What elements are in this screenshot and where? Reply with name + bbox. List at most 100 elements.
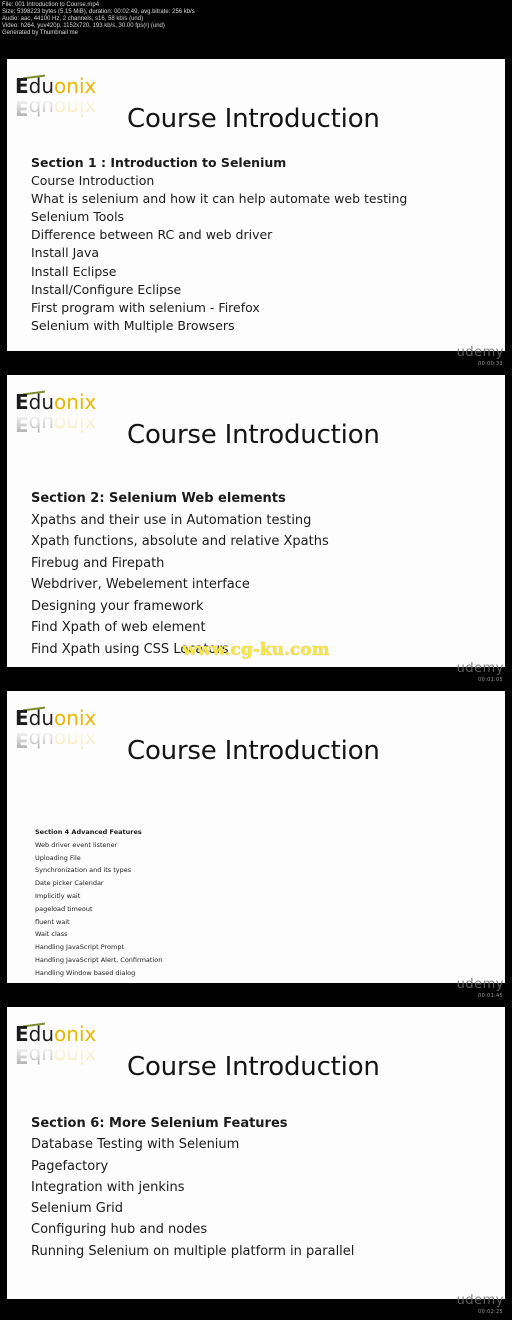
logo-reflection-letter-e: E <box>15 96 29 120</box>
udemy-watermark: udemy <box>456 1293 504 1308</box>
bullet-item: Designing your framework <box>31 598 204 614</box>
eduonix-logo-text: Eduonix <box>15 74 115 98</box>
bullet-item: Running Selenium on multiple platform in… <box>31 1243 355 1259</box>
video-metadata-header: File: 001 Introduction to Course.mp4 Siz… <box>0 0 512 55</box>
logo-letter-e: E <box>15 1022 29 1046</box>
frame-timestamp: 00:01:05 <box>478 677 503 683</box>
bullet-item: Database Testing with Selenium <box>31 1137 240 1153</box>
udemy-watermark: udemy <box>456 661 504 676</box>
bullet-item: Selenium Tools <box>31 209 125 225</box>
bullet-item: Course Introduction <box>31 173 155 189</box>
logo-part-onix: onix <box>54 390 97 414</box>
bullet-item: Selenium Grid <box>31 1201 124 1217</box>
slide-bullet-list: Section 4 Advanced Features Web driver e… <box>35 826 485 983</box>
slide-3: Eduonix Eduonix Course Introduction Sect… <box>7 691 505 983</box>
slide-2: Eduonix Eduonix Course Introduction Sect… <box>7 375 505 667</box>
eduonix-logo: Eduonix Eduonix <box>15 74 115 127</box>
logo-letter-e: E <box>15 74 29 98</box>
logo-part-onix: onix <box>54 1022 97 1046</box>
bullet-item: Uploading File <box>35 853 81 862</box>
logo-reflection-part-du: du <box>28 96 55 120</box>
bullet-item: pageload timeout <box>35 904 93 913</box>
bullet-section-heading: Section 6: More Selenium Features <box>31 1116 288 1131</box>
bullet-item: Web driver event listener <box>35 840 118 849</box>
bullet-item: Integration with jenkins <box>31 1179 185 1195</box>
eduonix-logo-text: Eduonix <box>15 1022 115 1046</box>
bullet-item: fluent wait <box>35 917 70 926</box>
logo-reflection-part-du: du <box>28 728 55 752</box>
slide-title: Course Introduction <box>127 736 380 766</box>
metadata-line-audio: Audio: aac, 44100 Hz, 2 channels, s16, 5… <box>2 16 144 22</box>
bullet-item: Install Eclipse <box>31 263 117 279</box>
bullet-item: Install Java <box>31 245 100 261</box>
metadata-line-generator: Generated by Thumbnail me <box>2 30 78 36</box>
metadata-line-video: Video: h264, yuv420p, 1152x720, 193 kb/s… <box>2 23 165 29</box>
bullet-item: Date picker Calendar <box>35 879 104 888</box>
site-watermark: www.cg-ku.com <box>182 640 330 660</box>
udemy-watermark: udemy <box>456 977 504 992</box>
slide-title: Course Introduction <box>127 420 380 450</box>
thumbnail-frame-4[interactable]: Eduonix Eduonix Course Introduction Sect… <box>0 1003 512 1319</box>
bullet-item: Handling Window based dialog <box>35 968 136 977</box>
eduonix-logo-reflection: Eduonix <box>15 1044 115 1068</box>
logo-reflection-part-onix: onix <box>54 412 97 436</box>
eduonix-logo: Eduonix Eduonix <box>15 390 115 443</box>
bullet-item: Xpaths and their use in Automation testi… <box>31 512 312 528</box>
bullet-item: Firebug and Firepath <box>31 555 165 571</box>
bullet-item: Pagefactory <box>31 1158 109 1174</box>
frame-timestamp: 00:00:33 <box>478 361 503 367</box>
logo-letter-e: E <box>15 706 29 730</box>
eduonix-logo: Eduonix Eduonix <box>15 1022 115 1075</box>
eduonix-logo-reflection: Eduonix <box>15 728 115 752</box>
bullet-item: Configuring hub and nodes <box>31 1222 208 1238</box>
slide-title: Course Introduction <box>127 104 380 134</box>
thumbnail-frame-2[interactable]: Eduonix Eduonix Course Introduction Sect… <box>0 371 512 687</box>
bullet-item: Synchronization and its types <box>35 866 132 875</box>
slide-bullet-list: Section 6: More Selenium Features Databa… <box>31 1113 481 1262</box>
logo-letter-e: E <box>15 390 29 414</box>
metadata-line-size: Size: 5398223 bytes (5.15 MiB), duration… <box>2 9 195 15</box>
bullet-item: Handling JavaScript Prompt <box>35 943 125 952</box>
logo-reflection-letter-e: E <box>15 728 29 752</box>
thumbnail-grid: Eduonix Eduonix Course Introduction Sect… <box>0 55 512 1319</box>
bullet-item: Install/Configure Eclipse <box>31 281 182 297</box>
eduonix-logo-reflection: Eduonix <box>15 96 115 120</box>
bullet-item: Find Xpath of web element <box>31 620 206 635</box>
logo-reflection-letter-e: E <box>15 412 29 436</box>
slide-title: Course Introduction <box>127 1052 380 1082</box>
bullet-item: Selenium with Multiple Browsers <box>31 317 235 333</box>
eduonix-logo-text: Eduonix <box>15 706 115 730</box>
slide-1: Eduonix Eduonix Course Introduction Sect… <box>7 59 505 351</box>
bullet-item: Wait class <box>35 930 68 939</box>
bullet-item: Webdriver, Webelement interface <box>31 577 250 592</box>
logo-part-onix: onix <box>54 74 97 98</box>
logo-reflection-part-onix: onix <box>54 728 97 752</box>
frame-timestamp: 00:01:45 <box>478 993 503 999</box>
slide-4: Eduonix Eduonix Course Introduction Sect… <box>7 1007 505 1299</box>
metadata-line-file: File: 001 Introduction to Course.mp4 <box>2 2 100 8</box>
frame-timestamp: 00:02:25 <box>478 1309 503 1315</box>
bullet-section-heading: Section 1 : Introduction to Selenium <box>31 155 287 170</box>
bullet-section-heading: Section 4 Advanced Features <box>35 828 142 836</box>
logo-reflection-part-onix: onix <box>54 96 97 120</box>
slide-bullet-list: Section 1 : Introduction to Selenium Cou… <box>31 154 481 335</box>
bullet-item: Difference between RC and web driver <box>31 227 273 243</box>
bullet-item: Handling JavaScript Alert, Confirmation <box>35 955 163 964</box>
bullet-item: What is selenium and how it can help aut… <box>31 191 408 207</box>
thumbnail-frame-1[interactable]: Eduonix Eduonix Course Introduction Sect… <box>0 55 512 371</box>
eduonix-logo: Eduonix Eduonix <box>15 706 115 759</box>
udemy-watermark: udemy <box>456 345 504 360</box>
bullet-item: Implicitly wait <box>35 891 81 900</box>
logo-reflection-letter-e: E <box>15 1044 29 1068</box>
bullet-item: Xpath functions, absolute and relative X… <box>31 534 329 549</box>
bullet-item: Handling Keyboard and Mouse action <box>35 980 485 983</box>
logo-reflection-part-onix: onix <box>54 1044 97 1068</box>
logo-reflection-part-du: du <box>28 412 55 436</box>
logo-part-onix: onix <box>54 706 97 730</box>
bullet-section-heading: Section 2: Selenium Web elements <box>31 491 286 506</box>
logo-reflection-part-du: du <box>28 1044 55 1068</box>
slide-bullet-list: Section 2: Selenium Web elements Xpaths … <box>31 488 481 660</box>
eduonix-logo-reflection: Eduonix <box>15 412 115 436</box>
thumbnail-frame-3[interactable]: Eduonix Eduonix Course Introduction Sect… <box>0 687 512 1003</box>
bullet-item: First program with selenium - Firefox <box>31 299 260 315</box>
